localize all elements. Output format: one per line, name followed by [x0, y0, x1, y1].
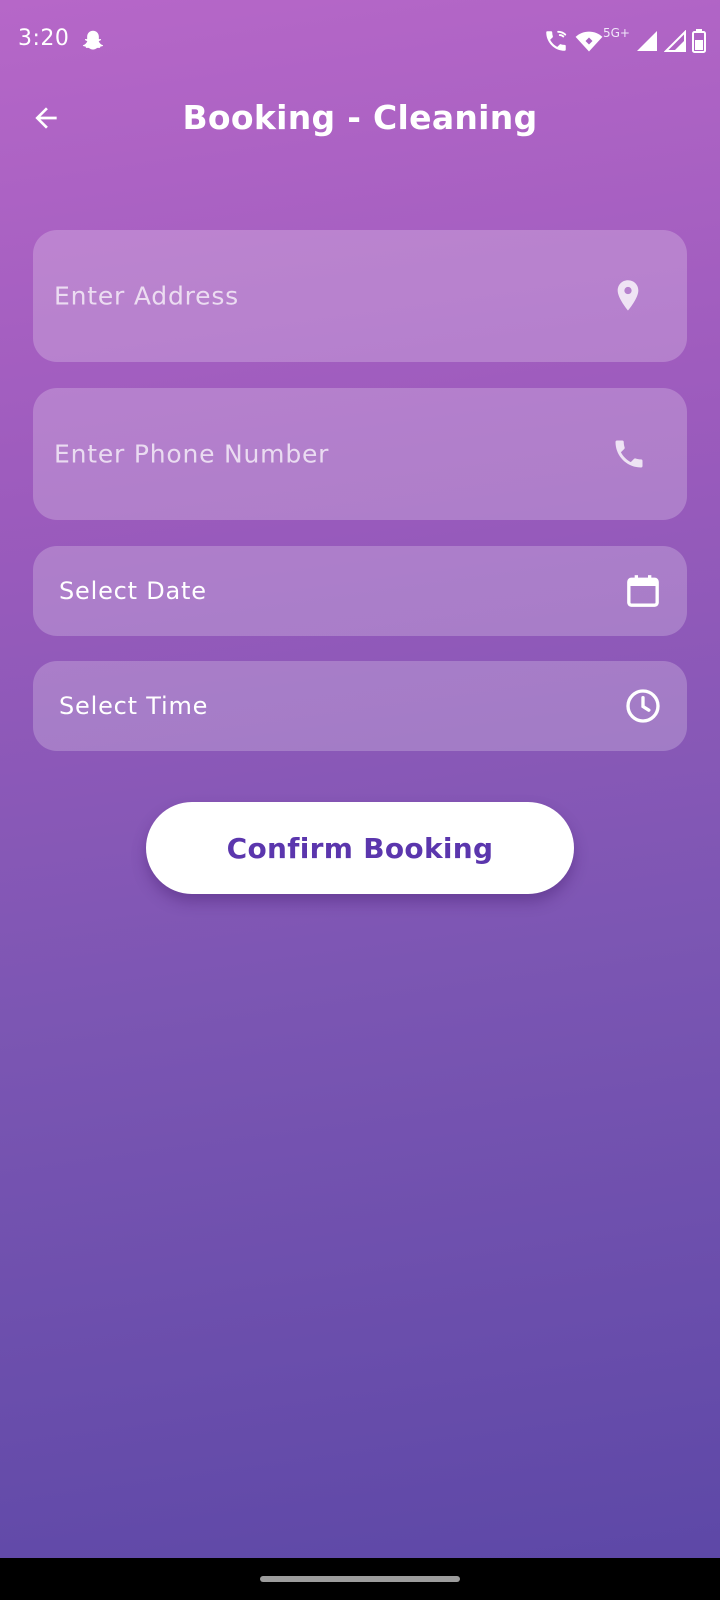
clock-icon: [623, 686, 663, 726]
select-time-label: Select Time: [59, 692, 209, 720]
confirm-booking-button[interactable]: Confirm Booking: [146, 802, 574, 894]
select-date-label: Select Date: [59, 577, 207, 605]
network-type-label: 5G+: [603, 26, 630, 40]
home-gesture-handle[interactable]: [260, 1576, 460, 1582]
wifi-calling-icon: [543, 28, 569, 54]
calendar-icon: [623, 571, 663, 611]
phone-number-field[interactable]: Enter Phone Number: [33, 388, 687, 520]
battery-icon: [692, 29, 706, 53]
phone-placeholder: Enter Phone Number: [54, 439, 330, 469]
location-pin-icon: [613, 279, 643, 313]
system-navigation-bar: [0, 1558, 720, 1600]
app-bar: Booking - Cleaning: [0, 88, 720, 152]
select-date-field[interactable]: Select Date: [33, 546, 687, 636]
address-placeholder: Enter Address: [54, 281, 240, 311]
phone-icon: [611, 436, 647, 472]
page-title: Booking - Cleaning: [182, 98, 538, 137]
address-field[interactable]: Enter Address: [33, 230, 687, 362]
signal-icon: [636, 30, 658, 52]
signal-outline-icon: [664, 30, 686, 52]
status-bar: 3:20 5G+: [0, 0, 720, 88]
snapchat-ghost-icon: [80, 28, 106, 54]
wifi-icon: [575, 29, 603, 53]
confirm-booking-label: Confirm Booking: [226, 831, 494, 865]
status-time: 3:20: [18, 26, 70, 51]
status-icons: 5G+: [543, 26, 706, 56]
select-time-field[interactable]: Select Time: [33, 661, 687, 751]
